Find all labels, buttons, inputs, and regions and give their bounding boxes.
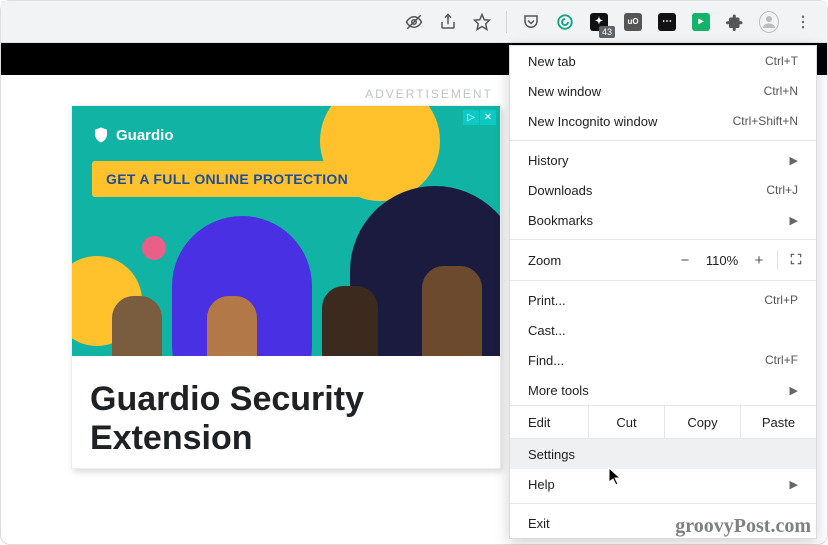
- menu-settings[interactable]: Settings: [510, 439, 816, 469]
- extension-dots-icon[interactable]: ⋯: [657, 12, 677, 32]
- ad-brand-logo: Guardio: [92, 126, 174, 144]
- pocket-icon[interactable]: [521, 12, 541, 32]
- grammarly-icon[interactable]: [555, 12, 575, 32]
- chevron-right-icon: ▶: [790, 384, 798, 397]
- menu-history[interactable]: History ▶: [510, 145, 816, 175]
- menu-help[interactable]: Help ▶: [510, 469, 816, 499]
- menu-zoom: Zoom − 110% +: [510, 244, 816, 276]
- eye-off-icon[interactable]: [404, 12, 424, 32]
- zoom-out-button[interactable]: −: [671, 252, 699, 269]
- extension-green-icon[interactable]: ▸: [691, 12, 711, 32]
- menu-print[interactable]: Print... Ctrl+P: [510, 285, 816, 315]
- extension-dark-icon[interactable]: ✦ 43: [589, 12, 609, 32]
- chevron-right-icon: ▶: [790, 214, 798, 227]
- chrome-menu: New tab Ctrl+T New window Ctrl+N New Inc…: [509, 45, 817, 539]
- ad-cta[interactable]: GET A FULL ONLINE PROTECTION: [92, 161, 362, 197]
- profile-avatar[interactable]: [759, 12, 779, 32]
- menu-edit-row: Edit Cut Copy Paste: [510, 405, 816, 439]
- menu-cut[interactable]: Cut: [588, 406, 664, 438]
- browser-toolbar: ✦ 43 uO ⋯ ▸: [1, 1, 827, 43]
- menu-incognito[interactable]: New Incognito window Ctrl+Shift+N: [510, 106, 816, 136]
- zoom-in-button[interactable]: +: [745, 252, 773, 269]
- share-icon[interactable]: [438, 12, 458, 32]
- extension-badge: 43: [599, 26, 615, 38]
- menu-bookmarks[interactable]: Bookmarks ▶: [510, 205, 816, 235]
- extensions-puzzle-icon[interactable]: [725, 12, 745, 32]
- watermark: groovyPost.com: [675, 515, 811, 538]
- ad-card[interactable]: Guardio GET A FULL ONLINE PROTECTION ▷ ✕…: [71, 105, 501, 469]
- ad-close-icon[interactable]: ✕: [480, 110, 496, 125]
- menu-new-tab[interactable]: New tab Ctrl+T: [510, 46, 816, 76]
- menu-new-window[interactable]: New window Ctrl+N: [510, 76, 816, 106]
- menu-copy[interactable]: Copy: [664, 406, 740, 438]
- chevron-right-icon: ▶: [790, 154, 798, 167]
- menu-paste[interactable]: Paste: [740, 406, 816, 438]
- ad-hero: Guardio GET A FULL ONLINE PROTECTION ▷ ✕: [72, 106, 500, 356]
- menu-downloads[interactable]: Downloads Ctrl+J: [510, 175, 816, 205]
- chevron-right-icon: ▶: [790, 478, 798, 491]
- fullscreen-icon[interactable]: [782, 252, 810, 269]
- ad-headline: Guardio Security Extension: [72, 356, 500, 468]
- ublock-icon[interactable]: uO: [623, 12, 643, 32]
- ad-choices-icon[interactable]: ▷: [463, 110, 479, 125]
- menu-more-tools[interactable]: More tools ▶: [510, 375, 816, 405]
- zoom-percent: 110%: [699, 253, 745, 268]
- kebab-menu-icon[interactable]: [793, 12, 813, 32]
- menu-find[interactable]: Find... Ctrl+F: [510, 345, 816, 375]
- menu-edit-label: Edit: [510, 406, 588, 438]
- star-icon[interactable]: [472, 12, 492, 32]
- menu-cast[interactable]: Cast...: [510, 315, 816, 345]
